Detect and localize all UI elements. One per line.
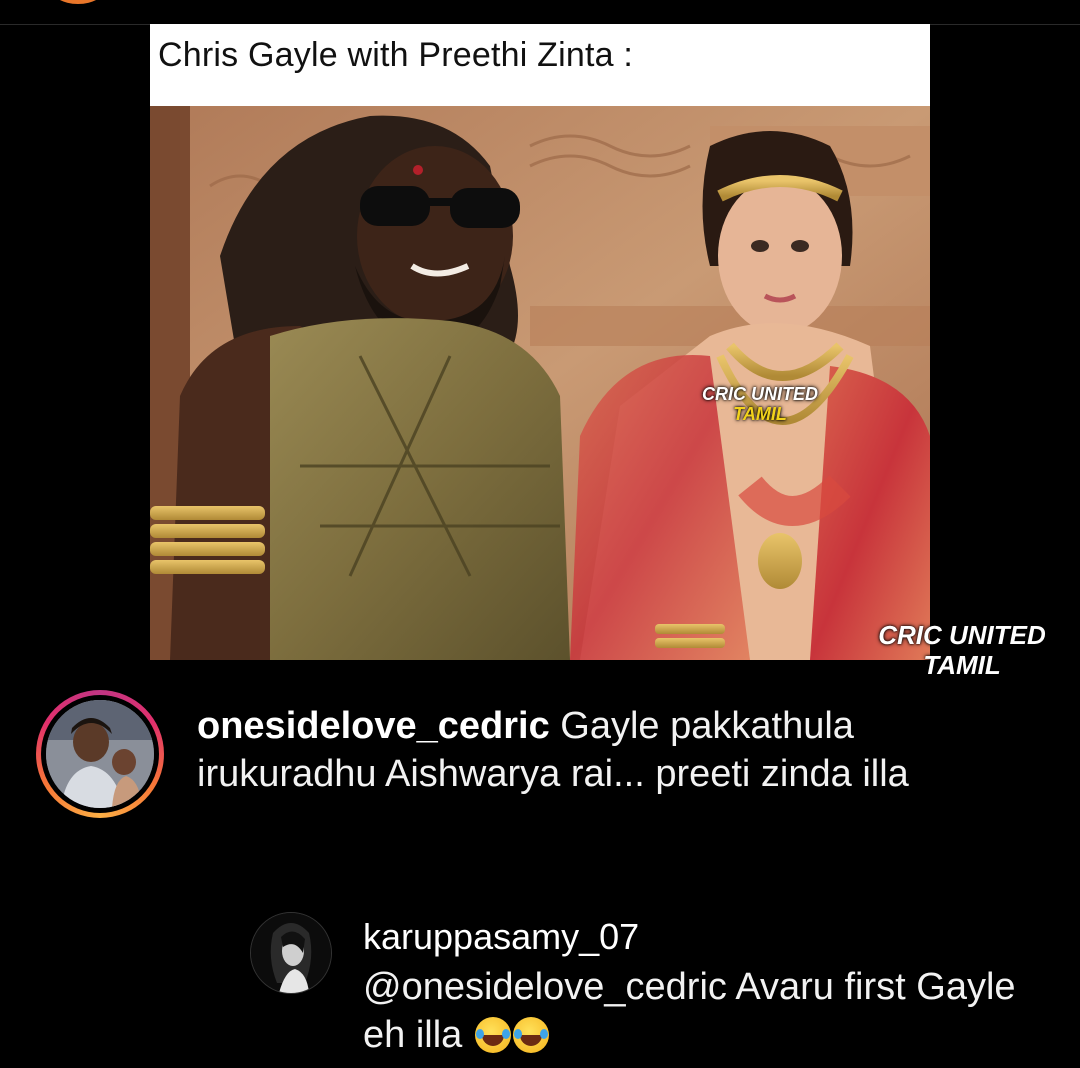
watermark-logo-center: CRIC UNITED TAMIL: [680, 384, 840, 424]
reply-body: @onesidelove_cedric Avaru first Gayle eh…: [363, 963, 1043, 1059]
watermark-corner-line1: CRIC UNITED: [878, 620, 1046, 650]
meme-image[interactable]: Chris Gayle with Preethi Zinta : CRIC UN…: [150, 24, 930, 660]
watermark-logo-corner: CRIC UNITED TAMIL: [856, 620, 1068, 680]
meme-caption-box: Chris Gayle with Preethi Zinta :: [150, 24, 930, 106]
comment-body: onesidelove_cedric Gayle pakkathula iruk…: [197, 702, 957, 798]
watermark-line1: CRIC UNITED: [702, 384, 818, 404]
watermark-line2: TAMIL: [733, 404, 787, 424]
avatar-gap: [41, 695, 159, 813]
reply-avatar[interactable]: [250, 912, 332, 994]
reply-avatar-photo: [251, 913, 331, 993]
avatar-story-ring[interactable]: [36, 690, 164, 818]
avatar: [46, 700, 154, 808]
tears-of-joy-emoji-icon: [512, 1017, 549, 1053]
story-ring-fragment: [50, 0, 106, 4]
tears-of-joy-emoji-icon: [474, 1017, 511, 1053]
meme-caption-text: Chris Gayle with Preethi Zinta :: [158, 36, 634, 74]
reply-comment: karuppasamy_07 @onesidelove_cedric Avaru…: [250, 912, 1050, 1056]
comment: onesidelove_cedric Gayle pakkathula iruk…: [36, 690, 1056, 826]
avatar-photo: [46, 700, 154, 808]
watermark-corner-line2: TAMIL: [923, 650, 1001, 680]
reply-username[interactable]: karuppasamy_07: [363, 915, 639, 959]
reply-text: @onesidelove_cedric Avaru first Gayle eh…: [363, 966, 1016, 1056]
meme-photo: CRIC UNITED TAMIL: [150, 106, 930, 660]
comment-username[interactable]: onesidelove_cedric: [197, 705, 550, 747]
photo-illustration: [150, 106, 930, 660]
